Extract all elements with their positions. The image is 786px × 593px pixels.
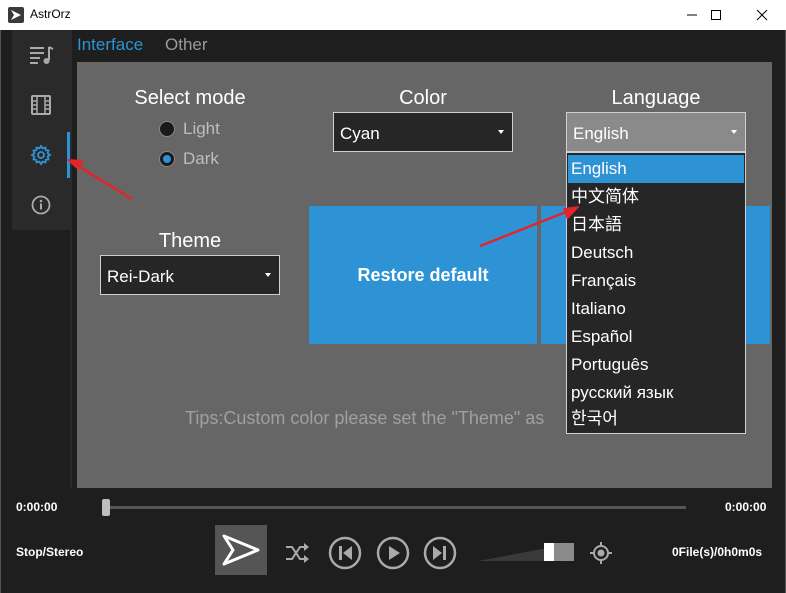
app-logo-button[interactable] <box>215 525 267 575</box>
language-option-es[interactable]: Español <box>568 323 744 351</box>
sidebar-item-settings[interactable] <box>12 130 70 180</box>
volume-slider[interactable] <box>478 542 574 562</box>
radio-light-label: Light <box>183 119 220 138</box>
language-select-value: English <box>573 124 629 143</box>
film-icon <box>31 95 51 115</box>
tab-interface[interactable]: Interface <box>77 35 143 55</box>
seek-handle[interactable] <box>102 499 110 516</box>
restore-default-label: Restore default <box>357 264 489 285</box>
language-option-de[interactable]: Deutsch <box>568 239 744 267</box>
playback-status: Stop/Stereo <box>16 545 84 559</box>
next-button[interactable] <box>422 535 458 571</box>
language-option-zh-cn[interactable]: 中文简体 <box>568 183 744 211</box>
crosshair-icon <box>590 542 612 564</box>
chevron-down-icon <box>498 130 504 134</box>
app-logo-icon <box>8 7 24 23</box>
target-button[interactable] <box>588 540 614 566</box>
time-current: 0:00:00 <box>16 500 58 514</box>
gear-icon <box>30 144 52 166</box>
file-count: 0File(s)/0h0m0s <box>672 545 763 559</box>
color-select[interactable]: Cyan <box>333 112 513 152</box>
color-select-value: Cyan <box>340 124 380 143</box>
language-option-english[interactable]: English <box>568 155 744 183</box>
color-label: Color <box>399 87 447 109</box>
volume-handle <box>544 543 554 561</box>
theme-select[interactable]: Rei-Dark <box>100 255 280 295</box>
language-label: Language <box>611 87 701 109</box>
tab-other[interactable]: Other <box>165 35 208 55</box>
language-option-ko[interactable]: 한국어 <box>568 405 744 433</box>
theme-label: Theme <box>158 230 222 252</box>
sidebar <box>12 30 70 230</box>
close-icon <box>756 9 768 21</box>
skip-previous-icon <box>328 536 362 570</box>
time-total: 0:00:00 <box>725 500 767 514</box>
chevron-down-icon <box>265 273 271 277</box>
radio-dark-dot <box>159 151 175 167</box>
sidebar-item-playlist[interactable] <box>12 30 70 80</box>
sidebar-item-video[interactable] <box>12 80 70 130</box>
skip-next-icon <box>423 536 457 570</box>
play-icon <box>376 536 410 570</box>
radio-light-dot <box>159 121 175 137</box>
maximize-button[interactable] <box>696 0 736 30</box>
maximize-icon <box>711 10 721 20</box>
tips-text: Tips:Custom color please set the "Theme"… <box>185 408 545 428</box>
sidebar-item-about[interactable] <box>12 180 70 230</box>
play-button[interactable] <box>375 535 411 571</box>
language-option-it[interactable]: Italiano <box>568 295 744 323</box>
sidebar-divider <box>70 30 72 488</box>
restore-default-button[interactable]: Restore default <box>309 206 537 344</box>
language-dropdown-list: English 中文简体 日本語 Deutsch Français Italia… <box>566 152 746 434</box>
window-title: AstrOrz <box>30 7 71 21</box>
chevron-down-icon <box>731 130 737 134</box>
shuffle-icon <box>286 543 309 563</box>
close-button[interactable] <box>742 0 782 30</box>
language-option-ru[interactable]: русский язык <box>568 379 744 407</box>
seek-bar[interactable] <box>106 506 686 509</box>
theme-select-value: Rei-Dark <box>107 267 175 286</box>
app-logo-icon <box>222 534 260 566</box>
language-select[interactable]: English <box>566 112 746 152</box>
language-option-pt[interactable]: Português <box>568 351 744 379</box>
title-bar: AstrOrz <box>0 0 786 30</box>
radio-dark-label: Dark <box>183 149 219 168</box>
language-option-fr[interactable]: Français <box>568 267 744 295</box>
language-option-ja[interactable]: 日本語 <box>568 211 744 239</box>
playlist-icon <box>30 46 54 64</box>
select-mode-label: Select mode <box>134 87 246 109</box>
info-icon <box>31 195 51 215</box>
previous-button[interactable] <box>327 535 363 571</box>
shuffle-button[interactable] <box>282 538 312 568</box>
